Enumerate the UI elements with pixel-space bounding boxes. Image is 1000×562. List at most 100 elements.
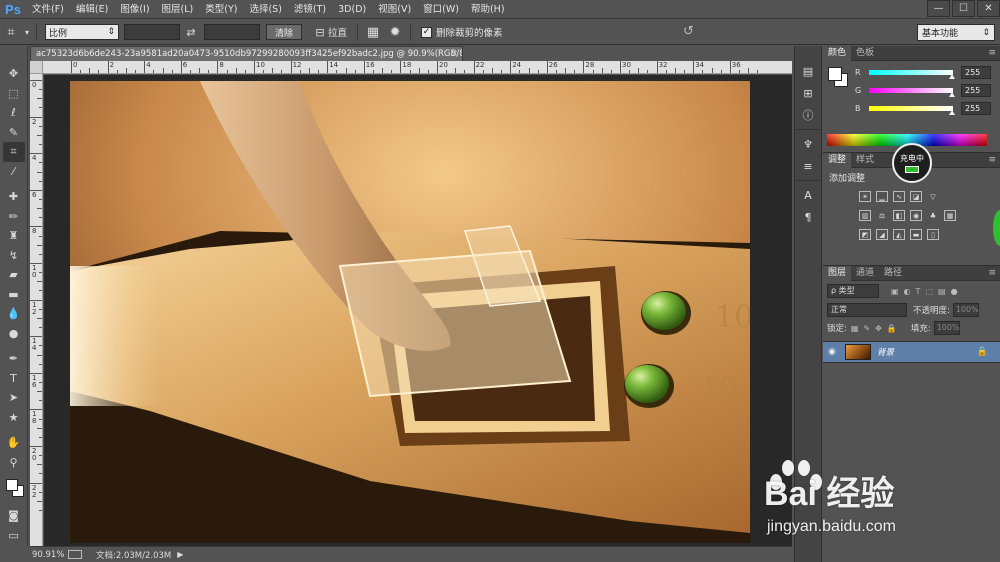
menu-view[interactable]: 视图(V): [372, 0, 417, 19]
clone-stamp-tool-icon[interactable]: ♜: [3, 226, 25, 246]
status-menu-arrow-icon[interactable]: ▶: [177, 550, 183, 559]
black-white-icon[interactable]: ◧: [893, 210, 905, 221]
healing-brush-tool-icon[interactable]: ✚: [3, 187, 25, 207]
photo-ethernet-cable[interactable]: 10 19: [70, 81, 750, 543]
zoom-tool-icon[interactable]: ⚲: [3, 453, 25, 473]
filter-toggle-icon[interactable]: ●: [951, 287, 958, 296]
slider-b-value[interactable]: 255: [961, 102, 991, 115]
type-filter-icon[interactable]: T: [916, 287, 921, 296]
menu-help[interactable]: 帮助(H): [465, 0, 511, 19]
history-panel-icon[interactable]: ▤: [797, 60, 819, 82]
tab-adjustments[interactable]: 调整: [823, 152, 852, 168]
layer-name[interactable]: 背景: [877, 346, 894, 358]
brush-panel-icon[interactable]: ♆: [797, 133, 819, 155]
proof-icon[interactable]: [68, 550, 82, 559]
menu-layer[interactable]: 图层(L): [156, 0, 200, 19]
channel-mixer-icon[interactable]: ♣: [927, 210, 939, 221]
slider-g-thumb[interactable]: [949, 92, 955, 97]
color-balance-icon[interactable]: ⚖: [876, 210, 888, 221]
grid-overlay-icon[interactable]: ▦: [362, 22, 384, 42]
delete-cropped-pixels-checkbox[interactable]: ✓ 删除裁剪的像素: [421, 25, 503, 39]
exposure-icon[interactable]: ◪: [910, 191, 922, 202]
menu-window[interactable]: 窗口(W): [417, 0, 465, 19]
hue-saturation-icon[interactable]: ▥: [859, 210, 871, 221]
panel-menu-icon[interactable]: ≡: [988, 153, 996, 168]
invert-icon[interactable]: ◩: [859, 229, 871, 240]
eraser-tool-icon[interactable]: ▰: [3, 265, 25, 285]
workspace-select[interactable]: 基本功能 ⇕: [917, 24, 995, 41]
menu-select[interactable]: 选择(S): [243, 0, 287, 19]
fill-input[interactable]: 100%: [933, 321, 960, 335]
vertical-ruler[interactable]: 0 2 4 6 8 1 0 1 2 1 4 1 6 1 8 2 0 2 2: [30, 74, 43, 546]
preset-dropdown-icon[interactable]: ▾: [22, 22, 32, 42]
adjustment-filter-icon[interactable]: ◐: [904, 287, 911, 296]
menu-filter[interactable]: 滤镜(T): [288, 0, 332, 19]
minimize-button[interactable]: —: [927, 0, 950, 17]
marquee-tool-icon[interactable]: ⬚: [3, 84, 25, 104]
width-input[interactable]: [124, 24, 180, 40]
selective-color-icon[interactable]: ▯: [927, 229, 939, 240]
curves-icon[interactable]: ∿: [893, 191, 905, 202]
lock-pixels-icon[interactable]: ✎: [863, 324, 870, 333]
slider-b-thumb[interactable]: [949, 110, 955, 115]
gear-icon[interactable]: ✹: [384, 22, 406, 42]
menu-3d[interactable]: 3D(D): [332, 0, 372, 19]
color-lookup-icon[interactable]: ▦: [944, 210, 956, 221]
brush-tool-icon[interactable]: ✏: [3, 207, 25, 227]
eyedropper-tool-icon[interactable]: ⁄: [3, 162, 25, 182]
swap-dimensions-icon[interactable]: ⇄: [183, 26, 199, 39]
path-selection-tool-icon[interactable]: ➤: [3, 388, 25, 408]
history-brush-tool-icon[interactable]: ↯: [3, 246, 25, 266]
brightness-icon[interactable]: ☀: [859, 191, 871, 202]
quick-mask-icon[interactable]: ◙: [3, 506, 25, 526]
menu-image[interactable]: 图像(I): [114, 0, 155, 19]
ruler-origin[interactable]: [30, 61, 43, 74]
straighten-button[interactable]: ⊟ 拉直: [312, 22, 347, 42]
slider-g-track[interactable]: [869, 88, 955, 97]
tab-channels[interactable]: 通道: [851, 266, 879, 281]
paragraph-panel-icon[interactable]: ¶: [797, 206, 819, 228]
layer-row-background[interactable]: ◉ 背景 🔒: [823, 341, 1000, 363]
slider-g-value[interactable]: 255: [961, 84, 991, 97]
dodge-tool-icon[interactable]: ●: [3, 324, 25, 344]
properties-panel-icon[interactable]: ⊞: [797, 82, 819, 104]
posterize-icon[interactable]: ◢: [876, 229, 888, 240]
character-panel-icon[interactable]: A: [797, 184, 819, 206]
panel-menu-icon[interactable]: ≡: [988, 266, 996, 281]
eye-icon[interactable]: ◉: [823, 347, 841, 357]
tab-layers[interactable]: 图层: [823, 265, 852, 281]
opacity-input[interactable]: 100%: [952, 303, 979, 317]
pen-tool-icon[interactable]: ✒: [3, 349, 25, 369]
quick-selection-tool-icon[interactable]: ✎: [3, 123, 25, 143]
close-button[interactable]: ✕: [977, 0, 1000, 17]
vibrance-icon[interactable]: ▽: [927, 191, 939, 202]
lasso-tool-icon[interactable]: ℓ: [3, 103, 25, 123]
panel-menu-icon[interactable]: ≡: [988, 46, 996, 61]
lock-transparent-icon[interactable]: ▦: [851, 324, 859, 333]
layer-filter-select[interactable]: ρ 类型: [827, 284, 879, 298]
slider-r-value[interactable]: 255: [961, 66, 991, 79]
slider-b-track[interactable]: [869, 106, 955, 115]
lock-all-icon[interactable]: 🔒: [887, 324, 897, 333]
slider-r-track[interactable]: [869, 70, 955, 79]
zoom-level[interactable]: 90.91%: [30, 550, 66, 560]
hand-tool-icon[interactable]: ✋: [3, 433, 25, 453]
checkbox-box[interactable]: ✓: [421, 26, 433, 38]
document-canvas[interactable]: 10 19: [44, 75, 792, 546]
pixel-filter-icon[interactable]: ▣: [891, 287, 899, 296]
blur-tool-icon[interactable]: 💧: [3, 304, 25, 324]
gradient-map-icon[interactable]: ▬: [910, 229, 922, 240]
close-tab-icon[interactable]: ×: [451, 47, 458, 61]
smart-object-filter-icon[interactable]: ▤: [938, 287, 946, 296]
panel-foreground-swatch[interactable]: [828, 67, 842, 81]
tab-paths[interactable]: 路径: [879, 266, 907, 281]
slider-r-thumb[interactable]: [949, 74, 955, 79]
info-panel-icon[interactable]: ⓘ: [797, 104, 819, 126]
move-tool-icon[interactable]: ✥: [3, 64, 25, 84]
tab-color[interactable]: 颜色: [823, 45, 852, 61]
photo-filter-icon[interactable]: ◉: [910, 210, 922, 221]
threshold-icon[interactable]: ◭: [893, 229, 905, 240]
shape-filter-icon[interactable]: ⬚: [925, 287, 933, 296]
crop-tool-icon[interactable]: ⌗: [2, 142, 25, 162]
gradient-tool-icon[interactable]: ▬: [3, 285, 25, 305]
